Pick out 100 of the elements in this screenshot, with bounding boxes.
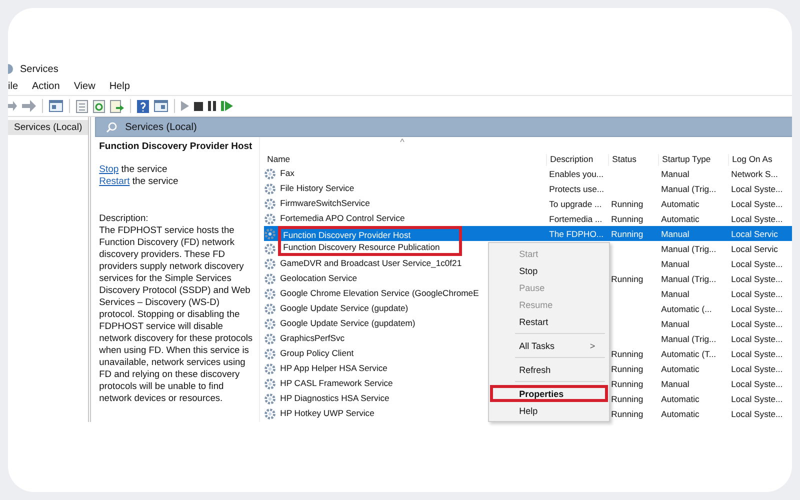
log-on-as-cell: Local Syste... [731, 364, 783, 374]
service-name: Function Discovery Resource Publication [278, 241, 462, 256]
service-name: Fax [279, 167, 296, 180]
status-cell: Running [611, 228, 644, 238]
action-text: the service [120, 164, 168, 175]
action-link[interactable]: Stop [99, 164, 119, 175]
log-on-as-cell: Local Syste... [731, 334, 783, 344]
log-on-as-cell: Local Syste... [731, 304, 783, 314]
startup-type-cell: Automatic [661, 214, 700, 224]
description-cell: The FDPHO... [549, 228, 604, 238]
stop-icon[interactable] [194, 102, 203, 110]
service-name: Google Update Service (gupdate) [279, 302, 410, 315]
log-on-as-cell: Local Syste... [731, 288, 783, 298]
description-cell: To upgrade ... [549, 198, 602, 208]
menu-item[interactable]: Properties [490, 385, 608, 402]
pause-icon[interactable] [208, 101, 216, 111]
window-title: Services [20, 64, 58, 74]
startup-type-cell: Manual (Trig... [661, 244, 716, 254]
menu-item[interactable]: View [74, 81, 96, 92]
startup-type-cell: Manual [661, 318, 690, 328]
description-text: The FDPHOST service hosts the Function Discovery (FD) network discovery providers. These FD providers supply network discovery services for the Simple Services Discovery Protocol (SSDP) and Web Services – Discovery (WS-D) protocol. Stopping or disabling the FDPHOST service will disable network discovery for these protocols when using FD. When this service is unavailable, network services using FD and relying on these discovery protocols will be unable to find network devices or resources. [99, 224, 254, 404]
startup-type-cell: Manual [661, 288, 690, 298]
startup-type-cell: Manual [661, 378, 690, 388]
status-cell: Running [611, 198, 644, 208]
log-on-as-cell: Local Syste... [731, 348, 783, 358]
startup-type-cell: Automatic [661, 408, 700, 418]
log-on-as-cell: Local Syste... [731, 378, 783, 388]
status-cell: Running [611, 214, 644, 224]
log-on-as-cell: Local Servic [731, 228, 778, 238]
description-cell: Fortemedia ... [549, 214, 602, 224]
startup-type-cell: Manual (Trig... [661, 334, 716, 344]
status-cell: Running [611, 408, 644, 418]
status-cell: Running [611, 274, 644, 284]
service-name: Geolocation Service [279, 272, 358, 285]
log-on-as-cell: Local Syste... [731, 318, 783, 328]
menu-item[interactable]: Restart [490, 313, 608, 330]
description-label: Description: [99, 212, 150, 224]
restart-icon[interactable] [221, 101, 233, 111]
service-name: HP App Helper HSA Service [279, 362, 388, 375]
menu-item[interactable]: ile [8, 81, 18, 92]
service-name: HP Hotkey UWP Service [279, 407, 376, 420]
startup-type-cell: Manual [661, 168, 690, 178]
startup-type-cell: Automatic [661, 364, 700, 374]
status-cell: Running [611, 348, 644, 358]
console-tree-icon[interactable] [49, 100, 63, 112]
service-name: HP Diagnostics HSA Service [279, 392, 390, 405]
service-name: Group Policy Client [279, 347, 355, 360]
startup-type-cell: Automatic (... [661, 304, 712, 314]
log-on-as-cell: Local Syste... [731, 258, 783, 268]
startup-type-cell: Automatic [661, 394, 700, 404]
sort-indicator: ^ [400, 137, 404, 147]
pane-title: Services (Local) [125, 122, 197, 132]
startup-type-cell: Manual [661, 258, 690, 268]
status-cell: Running [611, 378, 644, 388]
status-cell: Running [611, 364, 644, 374]
service-name: Function Discovery Provider Host [278, 226, 462, 241]
properties-view-icon[interactable] [154, 100, 168, 112]
log-on-as-cell: Local Syste... [731, 184, 783, 194]
service-title: Function Discovery Provider Host [99, 141, 254, 152]
log-on-as-cell: Local Servic [731, 244, 778, 254]
service-name: HP CASL Framework Service [279, 377, 394, 390]
column-header[interactable]: Status [608, 154, 658, 166]
startup-type-cell: Manual (Trig... [661, 274, 716, 284]
play-icon[interactable] [181, 101, 189, 111]
column-header[interactable]: Log On As [728, 154, 792, 166]
service-name: GraphicsPerfSvc [279, 332, 346, 345]
log-on-as-cell: Local Syste... [731, 408, 783, 418]
startup-type-cell: Manual [661, 228, 690, 238]
service-name: Fortemedia APO Control Service [279, 212, 406, 225]
description-cell: Enables you... [549, 168, 604, 178]
help-icon[interactable] [137, 100, 149, 112]
menu-item[interactable]: Action [32, 81, 60, 92]
tree-item[interactable]: Services (Local) [8, 120, 88, 135]
service-name: GameDVR and Broadcast User Service_1c0f21 [279, 257, 463, 270]
service-name: Google Update Service (gupdatem) [279, 317, 416, 330]
startup-type-cell: Manual (Trig... [661, 184, 716, 194]
forward-arrow-icon[interactable] [22, 100, 36, 112]
service-name: File History Service [279, 182, 356, 195]
log-on-as-cell: Local Syste... [731, 394, 783, 404]
column-header[interactable]: Name [264, 154, 546, 166]
action-text: the service [131, 176, 178, 187]
menu-item[interactable]: Help [109, 81, 130, 92]
column-header[interactable]: Startup Type [658, 154, 728, 166]
selected-row[interactable]: Function Discovery Provider Host The FDPHO... Running Manual Local Servic [264, 226, 792, 241]
document-icon[interactable] [76, 100, 88, 112]
export-icon[interactable] [110, 100, 124, 112]
action-link[interactable]: Restart [99, 176, 130, 187]
column-header[interactable]: Description [546, 154, 608, 166]
menu-item[interactable]: All Tasks > [490, 337, 608, 354]
menu-item[interactable]: Help [490, 402, 608, 419]
menu-item[interactable]: Refresh [490, 361, 608, 378]
log-on-as-cell: Local Syste... [731, 214, 783, 224]
service-name: FirmwareSwitchService [279, 197, 371, 210]
search-icon [106, 122, 118, 132]
menu-item[interactable]: Stop [490, 262, 608, 279]
log-on-as-cell: Local Syste... [731, 198, 783, 208]
status-cell: Running [611, 394, 644, 404]
startup-type-cell: Automatic (T... [661, 348, 716, 358]
description-cell: Protects use... [549, 184, 604, 194]
refresh-icon[interactable] [93, 100, 105, 112]
